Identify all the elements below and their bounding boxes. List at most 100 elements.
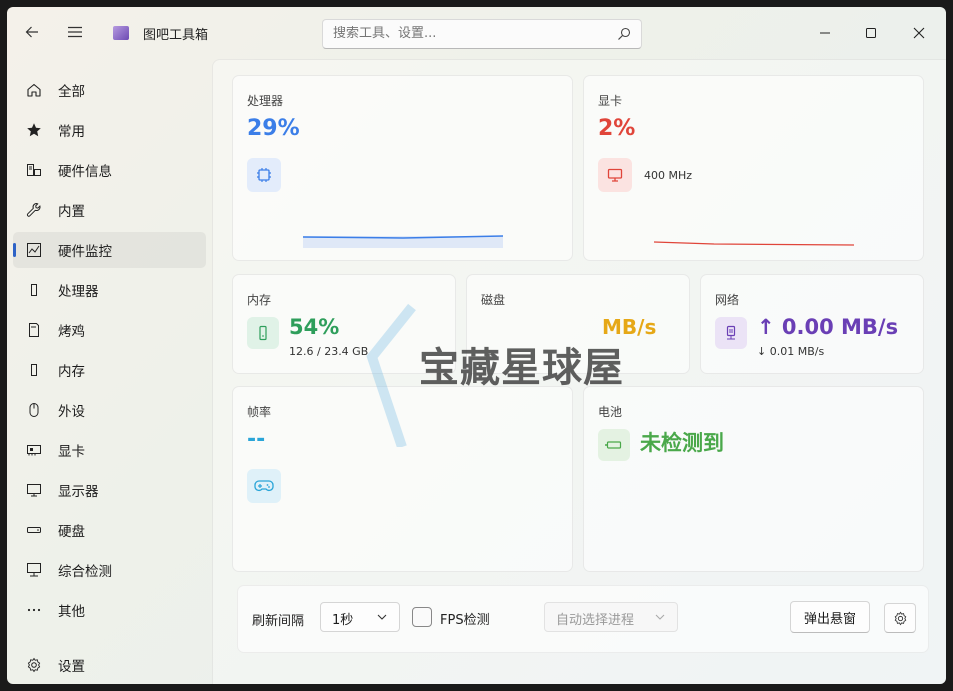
maximize-button[interactable] <box>859 21 883 45</box>
app-window: 图吧工具箱 全部 常用 硬件信息 内置 <box>7 7 946 684</box>
sidebar-item-hardware-monitor[interactable]: 硬件监控 <box>13 232 206 268</box>
close-icon <box>913 27 925 39</box>
sidebar-item-memory[interactable]: 内存 <box>13 352 206 388</box>
gpu-clock: 400 MHz <box>644 169 693 182</box>
app-logo-icon <box>113 26 129 40</box>
battery-icon <box>598 429 630 461</box>
title-bar: 图吧工具箱 <box>7 7 946 59</box>
sidebar-item-label: 设置 <box>58 659 85 675</box>
sidebar-item-cpu[interactable]: 处理器 <box>13 272 206 308</box>
search-input[interactable] <box>333 26 603 41</box>
sidebar-item-favorites[interactable]: 常用 <box>13 112 206 148</box>
process-select[interactable]: 自动选择进程 <box>544 602 678 632</box>
network-title: 网络 <box>715 293 740 307</box>
memory-icon <box>25 361 43 379</box>
mouse-icon <box>25 401 43 419</box>
network-card: 网络 ↑ 0.00 MB/s ↓ 0.01 MB/s <box>700 274 924 374</box>
toolbar-settings-button[interactable] <box>884 603 916 633</box>
maximize-icon <box>866 28 876 38</box>
cpu-usage-value: 29% <box>247 116 300 141</box>
minimize-button[interactable] <box>813 21 837 45</box>
refresh-interval-select[interactable]: 1秒 <box>320 602 400 632</box>
sidebar-item-other[interactable]: 其他 <box>13 592 206 628</box>
sidebar-item-label: 全部 <box>58 84 85 100</box>
sidebar-item-label: 内存 <box>58 364 85 380</box>
gpu-title: 显卡 <box>598 94 623 108</box>
memory-icon <box>247 317 279 349</box>
menu-button[interactable] <box>62 19 88 45</box>
sidebar-item-label: 内置 <box>58 204 85 220</box>
disk-title: 磁盘 <box>481 293 506 307</box>
refresh-interval-label: 刷新间隔 <box>252 614 305 629</box>
cpu-chip-icon <box>247 158 281 192</box>
popup-window-button[interactable]: 弹出悬窗 <box>790 601 870 633</box>
sidebar-item-disk[interactable]: 硬盘 <box>13 512 206 548</box>
sidebar-item-display[interactable]: 显示器 <box>13 472 206 508</box>
sidebar-item-label: 显卡 <box>58 444 85 460</box>
cpu-card: 处理器 29% <box>232 75 573 261</box>
cpu-icon <box>25 281 43 299</box>
search-box[interactable] <box>322 19 642 49</box>
sidebar-item-gpu[interactable]: 显卡 <box>13 432 206 468</box>
chevron-down-icon <box>377 614 387 620</box>
fps-value: -- <box>247 427 266 452</box>
battery-title: 电池 <box>598 405 623 419</box>
sidebar-item-label: 处理器 <box>58 284 99 300</box>
sidebar-item-all[interactable]: 全部 <box>13 72 206 108</box>
sidebar-item-label: 综合检测 <box>58 564 112 580</box>
gpu-usage-value: 2% <box>598 116 636 141</box>
sidebar-item-stress-test[interactable]: 烤鸡 <box>13 312 206 348</box>
cpu-title: 处理器 <box>247 94 284 108</box>
search-icon[interactable] <box>617 27 631 41</box>
memory-detail: 12.6 / 23.4 GB <box>289 345 369 358</box>
network-icon <box>715 317 747 349</box>
sidebar-item-label: 硬件监控 <box>58 244 112 260</box>
minimize-icon <box>820 32 830 34</box>
stress-test-icon <box>25 321 43 339</box>
sidebar-item-label: 烤鸡 <box>58 324 85 340</box>
disk-icon <box>25 521 43 539</box>
sidebar-item-builtin[interactable]: 内置 <box>13 192 206 228</box>
computer-icon <box>25 561 43 579</box>
hardware-info-icon <box>25 161 43 179</box>
display-icon <box>25 481 43 499</box>
sidebar-item-label: 常用 <box>58 124 85 140</box>
home-icon <box>25 81 43 99</box>
fps-detect-checkbox[interactable] <box>412 607 432 627</box>
close-button[interactable] <box>907 21 931 45</box>
sidebar-item-hardware-info[interactable]: 硬件信息 <box>13 152 206 188</box>
gamepad-icon <box>247 469 281 503</box>
process-select-placeholder: 自动选择进程 <box>556 613 635 628</box>
monitor-toolbar: 刷新间隔 1秒 FPS检测 自动选择进程 弹出悬窗 <box>237 585 929 653</box>
gpu-icon <box>25 441 43 459</box>
sidebar-item-settings[interactable]: 设置 <box>13 647 206 683</box>
more-icon <box>25 601 43 619</box>
sidebar-item-label: 其他 <box>58 604 85 620</box>
sidebar-item-overall-test[interactable]: 综合检测 <box>13 552 206 588</box>
gear-icon <box>25 656 43 674</box>
fps-detect-label: FPS检测 <box>440 613 490 628</box>
fps-title: 帧率 <box>247 405 272 419</box>
memory-usage-value: 54% <box>289 315 340 339</box>
battery-card: 电池 未检测到 <box>583 386 924 572</box>
sidebar-item-peripherals[interactable]: 外设 <box>13 392 206 428</box>
wrench-icon <box>25 201 43 219</box>
monitor-chart-icon <box>25 241 43 259</box>
sidebar: 全部 常用 硬件信息 内置 硬件监控 处理器 烤鸡 内存 外设 显卡 显示器 硬… <box>7 65 213 684</box>
hamburger-icon <box>68 26 82 38</box>
gear-icon <box>894 611 906 625</box>
back-arrow-icon <box>25 26 38 38</box>
app-title: 图吧工具箱 <box>143 28 209 43</box>
back-button[interactable] <box>19 19 45 45</box>
gpu-display-icon <box>598 158 632 192</box>
sidebar-item-label: 硬盘 <box>58 524 85 540</box>
network-download-value: ↓ 0.01 MB/s <box>757 345 825 358</box>
sidebar-item-label: 外设 <box>58 404 85 420</box>
sidebar-item-label: 硬件信息 <box>58 164 112 180</box>
memory-title: 内存 <box>247 293 272 307</box>
network-upload-value: ↑ 0.00 MB/s <box>757 315 899 339</box>
star-icon <box>25 121 43 139</box>
battery-status: 未检测到 <box>640 431 724 455</box>
gpu-usage-graph <box>654 241 854 246</box>
watermark-text: 宝藏星球屋 <box>419 345 624 391</box>
